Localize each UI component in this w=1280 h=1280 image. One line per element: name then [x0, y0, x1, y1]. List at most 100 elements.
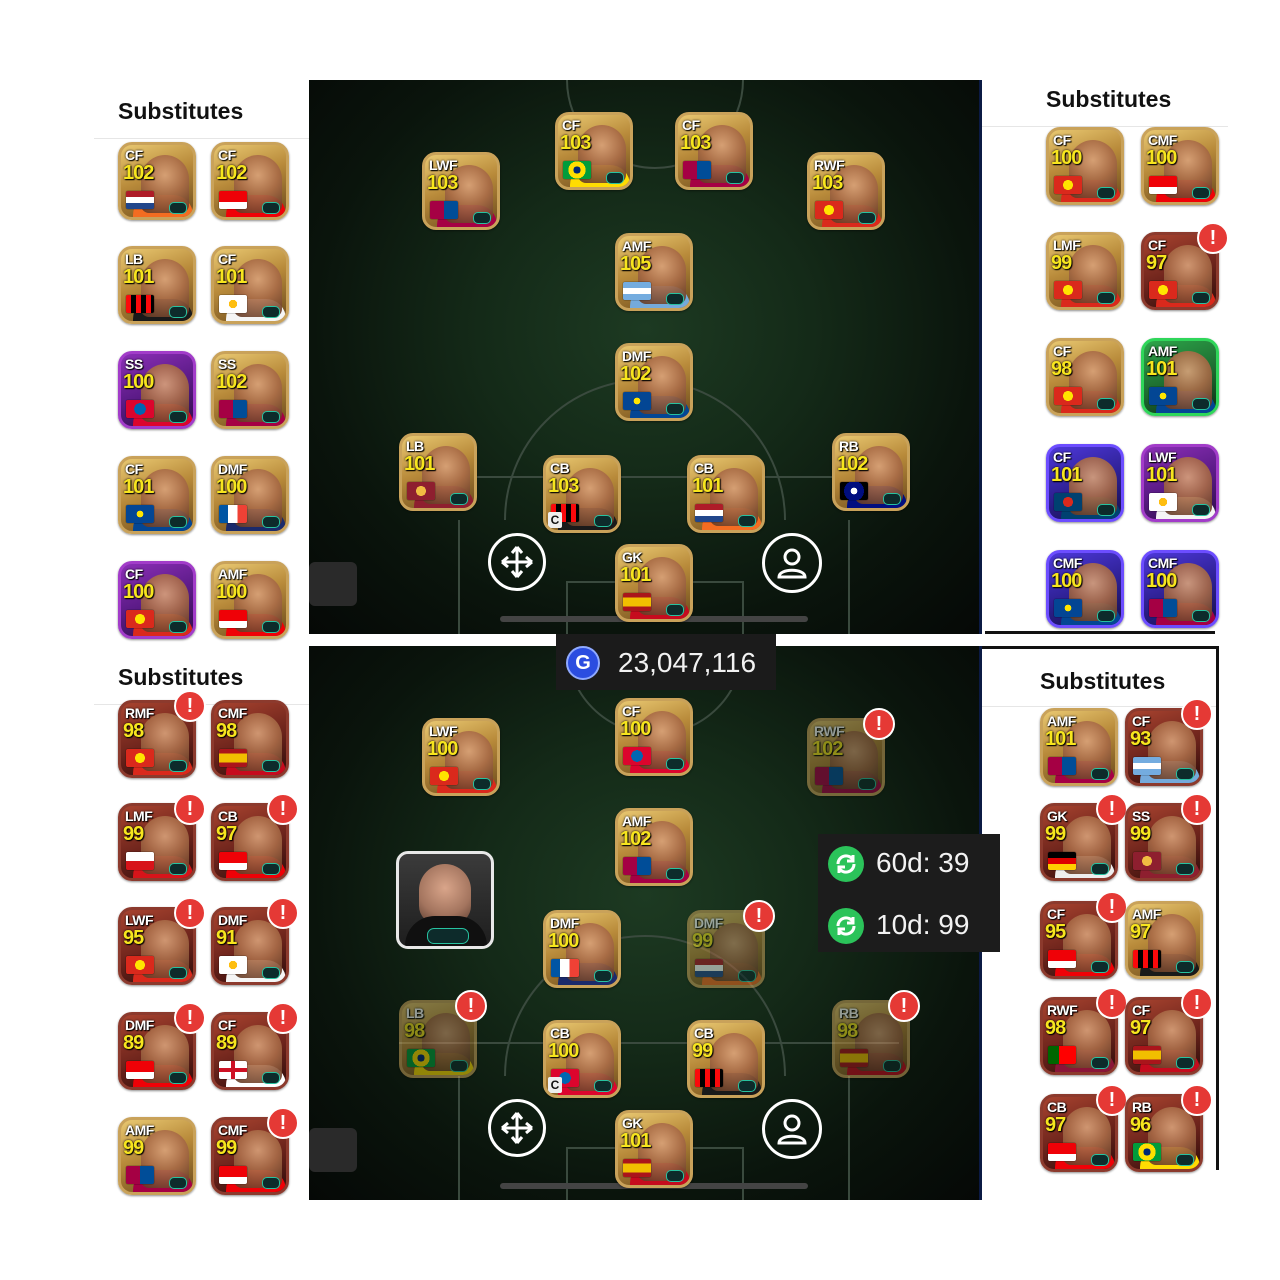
rating-value: 101 — [216, 266, 247, 288]
booster-icon — [169, 967, 187, 979]
rating-value: 99 — [692, 930, 713, 952]
refresh-icon — [828, 908, 864, 944]
booster-icon — [169, 411, 187, 423]
rating-value: 102 — [620, 828, 651, 850]
pitch-player-card[interactable]: CB 99 — [687, 1020, 765, 1098]
pitch-player-card[interactable]: CB 103 C — [543, 455, 621, 533]
booster-icon — [738, 515, 756, 527]
pitch-player-card[interactable]: LB 101 — [399, 433, 477, 511]
move-button[interactable] — [488, 533, 546, 591]
booster-icon — [262, 1072, 280, 1084]
player-button[interactable] — [762, 1099, 822, 1159]
substitute-card[interactable]: CMF 100 — [1141, 550, 1219, 628]
alert-exclamation-icon: ! — [267, 1107, 299, 1139]
booster-icon — [666, 1170, 684, 1182]
position-label: GK — [1047, 808, 1068, 824]
substitute-card[interactable]: DMF 100 — [211, 456, 289, 534]
pitch-player-card[interactable]: LWF 100 — [422, 718, 500, 796]
substitute-card[interactable]: AMF 101 — [1040, 708, 1118, 786]
pitch-player-card[interactable]: RWF 103 — [807, 152, 885, 230]
move-button[interactable] — [488, 1099, 546, 1157]
booster-icon — [1192, 292, 1210, 304]
manutd-badge-icon — [126, 610, 154, 628]
position-label: CF — [1047, 906, 1065, 922]
person-icon — [777, 1114, 807, 1145]
booster-icon — [169, 202, 187, 214]
substitute-card[interactable]: CF 101 — [1046, 444, 1124, 522]
barcelona-badge-icon — [1048, 757, 1076, 775]
pitch-player-card[interactable]: RB 102 — [832, 433, 910, 511]
substitute-card[interactable]: CF 102 — [118, 142, 196, 220]
pitch-player-card[interactable]: AMF 105 — [615, 233, 693, 311]
substitute-card[interactable]: CF 101 — [211, 246, 289, 324]
booster-icon — [450, 1060, 468, 1072]
pitch-player-card[interactable]: CB 101 — [687, 455, 765, 533]
substitute-card[interactable]: LMF 99 — [1046, 232, 1124, 310]
rating-value: 99 — [216, 1137, 237, 1159]
pitch-player-card[interactable]: LWF 103 — [422, 152, 500, 230]
rating-value: 98 — [837, 1020, 858, 1042]
rating-value: 102 — [216, 371, 247, 393]
booster-icon — [1176, 863, 1194, 875]
substitute-card[interactable]: AMF 100 — [211, 561, 289, 639]
pitch-player-card[interactable]: GK 101 — [615, 1110, 693, 1188]
substitute-card[interactable]: SS 100 — [118, 351, 196, 429]
manutd-badge-icon — [1149, 281, 1177, 299]
booster-icon — [262, 306, 280, 318]
side-tab[interactable] — [309, 1128, 357, 1172]
england-badge-icon — [219, 1061, 247, 1079]
substitute-card[interactable]: CMF 100 — [1141, 127, 1219, 205]
position-label: CF — [622, 703, 640, 719]
booster-icon — [1091, 1057, 1109, 1069]
barcelona-badge-icon — [219, 400, 247, 418]
person-icon — [777, 548, 807, 579]
position-label: GK — [622, 549, 643, 565]
position-label: CF — [1053, 343, 1071, 359]
player-button[interactable] — [762, 533, 822, 593]
booster-icon — [883, 493, 901, 505]
pitch-player-card[interactable]: DMF 102 — [615, 343, 693, 421]
pitch-player-card[interactable]: CF 103 — [675, 112, 753, 190]
pitch-player-card[interactable]: CB 100 C — [543, 1020, 621, 1098]
manager-card[interactable] — [396, 851, 494, 949]
substitute-card[interactable]: AMF 101 — [1141, 338, 1219, 416]
arsenal-badge-icon — [1048, 1143, 1076, 1161]
spain-badge-icon — [219, 749, 247, 767]
pitch-player-card[interactable]: AMF 102 — [615, 808, 693, 886]
substitute-card[interactable]: CF 100 — [118, 561, 196, 639]
substitute-card[interactable]: CMF 100 — [1046, 550, 1124, 628]
booster-icon — [1097, 187, 1115, 199]
booster-icon — [473, 212, 491, 224]
substitute-card[interactable]: AMF 99 — [118, 1117, 196, 1195]
booster-icon — [1176, 768, 1194, 780]
booster-icon — [1192, 398, 1210, 410]
manager-face — [419, 864, 471, 924]
substitute-card[interactable]: CF 98 — [1046, 338, 1124, 416]
substitute-card[interactable]: CF 100 — [1046, 127, 1124, 205]
rating-value: 102 — [620, 363, 651, 385]
substitute-card[interactable]: SS 102 — [211, 351, 289, 429]
pitch-player-card[interactable]: GK 101 — [615, 544, 693, 622]
substitute-card[interactable]: CF 101 — [118, 456, 196, 534]
substitute-card[interactable]: LB 101 — [118, 246, 196, 324]
pitch-player-card[interactable]: CF 103 — [555, 112, 633, 190]
manutd-badge-icon — [815, 201, 843, 219]
pitch-player-card[interactable]: CF 100 — [615, 698, 693, 776]
madrid-badge-icon — [219, 956, 247, 974]
gp-balance: G 23,047,116 — [556, 634, 776, 690]
substitute-card[interactable]: AMF 97 — [1125, 901, 1203, 979]
chelsea-badge-icon — [1054, 599, 1082, 617]
pitch-player-card[interactable]: DMF 100 — [543, 910, 621, 988]
substitute-card[interactable]: LWF 101 — [1141, 444, 1219, 522]
booster-icon — [1097, 610, 1115, 622]
rating-value: 102 — [837, 453, 868, 475]
rating-value: 103 — [680, 132, 711, 154]
position-label: AMF — [1047, 713, 1076, 729]
side-tab[interactable] — [309, 562, 357, 606]
booster-icon — [1097, 398, 1115, 410]
gp-coin-icon: G — [566, 646, 600, 680]
substitute-card[interactable]: CF 102 — [211, 142, 289, 220]
substitute-card[interactable]: CMF 98 — [211, 700, 289, 778]
arsenal-badge-icon — [1149, 176, 1177, 194]
alert-exclamation-icon: ! — [863, 708, 895, 740]
